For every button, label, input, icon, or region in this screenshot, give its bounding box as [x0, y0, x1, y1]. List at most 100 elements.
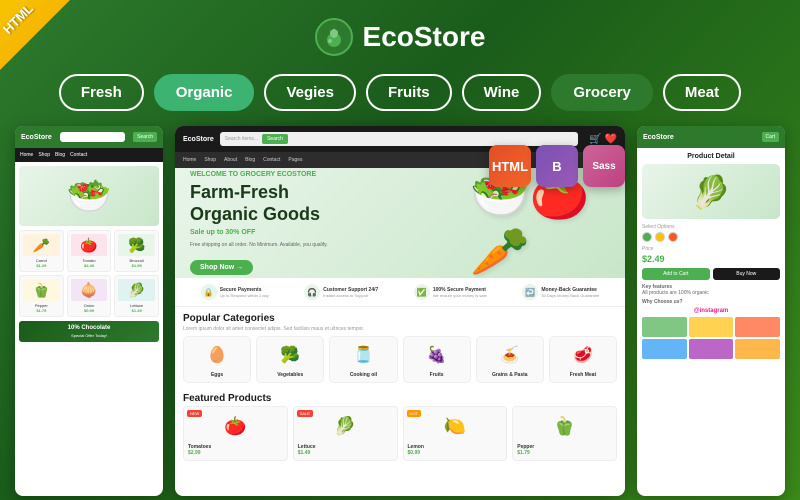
left-nav-blog[interactable]: Blog — [55, 152, 65, 158]
support-icon: 🎧 — [304, 284, 320, 300]
trust-money-title: Money-Back Guarantee — [541, 287, 599, 293]
left-panel-search-btn[interactable]: Search — [133, 132, 157, 142]
featured-product-2[interactable]: SALE 🥬 Lettuce $1.49 — [293, 406, 398, 461]
instagram-title: @instagram — [642, 308, 780, 314]
category-fruits[interactable]: 🍇 Fruits — [403, 336, 471, 383]
featured-badge-1: NEW — [187, 410, 202, 417]
featured-product-4[interactable]: 🫑 Pepper $1.79 — [512, 406, 617, 461]
left-panel-search[interactable] — [60, 132, 125, 142]
sass-badge-icon: Sass — [583, 145, 625, 187]
featured-products-title: Featured Products — [175, 389, 625, 406]
nav-tag-wine[interactable]: Wine — [462, 74, 542, 111]
left-panel-nav: Home Shop Blog Contact — [15, 148, 163, 162]
eggs-icon: 🥚 — [188, 341, 246, 369]
fruits-label: Fruits — [408, 372, 466, 378]
hero-image: 🥗🍅🥕 — [470, 178, 610, 268]
featured-price-3: $0.99 — [408, 450, 503, 456]
featured-badge-2: SALE — [297, 410, 313, 417]
left-panel-body: 🥗 🥕 Carrot $1.29 🍅 Tomato $2.49 🥦 Brocco… — [15, 162, 163, 346]
left-panel: EcoStore Search Home Shop Blog Contact 🥗… — [15, 126, 163, 496]
category-eggs[interactable]: 🥚 Eggs — [183, 336, 251, 383]
color-options-label: Select Options — [642, 224, 780, 230]
featured-img-4: 🫑 — [517, 411, 612, 441]
left-ad-banner: 10% Chocolate Special Offer Today! — [19, 321, 159, 342]
category-cooking-oil[interactable]: 🫙 Cooking oil — [329, 336, 397, 383]
featured-grid: NEW 🍅 Tomatoes $2.99 SALE 🥬 Lettuce $1.4… — [175, 406, 625, 461]
center-nav-about[interactable]: About — [224, 157, 237, 163]
center-search-placeholder: Search items... — [225, 136, 258, 142]
nav-tag-fruits[interactable]: Fruits — [366, 74, 452, 111]
category-vegetables[interactable]: 🥦 Vegetables — [256, 336, 324, 383]
featured-price-2: $1.49 — [298, 450, 393, 456]
left-nav-contact[interactable]: Contact — [70, 152, 87, 158]
popular-categories-desc: Lorem ipsum dolor sit amet consectet adi… — [175, 326, 625, 336]
right-panel-header: EcoStore Cart — [637, 126, 785, 148]
hero-subtitle: Sale up to 30% OFF — [190, 229, 470, 236]
price-section: Price $2.49 — [642, 246, 780, 264]
color-options — [642, 232, 780, 242]
nav-tag-fresh[interactable]: Fresh — [59, 74, 144, 111]
left-product-5: 🧅 Onion $0.99 — [67, 275, 112, 317]
color-option-orange[interactable] — [668, 232, 678, 242]
nav-tags: Fresh Organic Vegies Fruits Wine Grocery… — [0, 66, 800, 126]
product-price: $2.49 — [642, 254, 780, 264]
left-nav-home[interactable]: Home — [20, 152, 33, 158]
right-cart-button[interactable]: Cart — [762, 132, 779, 142]
color-options-section: Select Options — [642, 224, 780, 242]
grains-icon: 🍝 — [481, 341, 539, 369]
left-product-1: 🥕 Carrot $1.29 — [19, 230, 64, 272]
eggs-label: Eggs — [188, 372, 246, 378]
trust-item-money-back: ↩️ Money-Back Guarantee 30 Days Money Ba… — [522, 284, 599, 300]
center-nav-pages[interactable]: Pages — [288, 157, 302, 163]
payment-icon: ✅ — [414, 284, 430, 300]
featured-product-3[interactable]: HOT 🍋 Lemon $0.99 — [403, 406, 508, 461]
trust-item-payment: ✅ 100% Secure Payment We ensure your mon… — [414, 284, 487, 300]
trust-support-sub: Instant access to Support — [323, 293, 378, 298]
nav-tag-grocery[interactable]: Grocery — [551, 74, 653, 111]
featured-product-1[interactable]: NEW 🍅 Tomatoes $2.99 — [183, 406, 288, 461]
left-product-4: 🫑 Pepper $1.79 — [19, 275, 64, 317]
center-nav-contact[interactable]: Contact — [263, 157, 280, 163]
header: EcoStore — [0, 0, 800, 66]
cooking-oil-label: Cooking oil — [334, 372, 392, 378]
center-logo: EcoStore — [183, 136, 214, 143]
center-nav-blog[interactable]: Blog — [245, 157, 255, 163]
hero-desc: Free shipping on all order. No Minimum. … — [190, 242, 470, 248]
nav-tag-vegies[interactable]: Vegies — [264, 74, 356, 111]
nav-tag-meat[interactable]: Meat — [663, 74, 741, 111]
buy-now-button[interactable]: Buy Now — [713, 268, 781, 280]
right-panel-body: Product Detail 🥬 Select Options Price $2… — [637, 148, 785, 364]
money-back-icon: ↩️ — [522, 284, 538, 300]
meat-label: Fresh Meat — [554, 372, 612, 378]
center-search-bar[interactable]: Search items... Search — [220, 132, 579, 146]
left-nav-shop[interactable]: Shop — [38, 152, 50, 158]
hero-text: WELCOME TO GROCERY ECOSTORE Farm-Fresh O… — [190, 171, 470, 275]
category-grains[interactable]: 🍝 Grains & Pasta — [476, 336, 544, 383]
vegetables-icon: 🥦 — [261, 341, 319, 369]
color-option-green[interactable] — [642, 232, 652, 242]
add-to-cart-button[interactable]: Add to Cart — [642, 268, 710, 280]
bootstrap-badge-icon: B — [536, 145, 578, 187]
center-search-button[interactable]: Search — [262, 134, 288, 144]
popular-categories-title: Popular Categories — [175, 307, 625, 326]
center-nav-home[interactable]: Home — [183, 157, 196, 163]
center-nav-shop[interactable]: Shop — [204, 157, 216, 163]
left-panel-logo: EcoStore — [21, 134, 52, 141]
html-badge-text: HTML — [0, 1, 36, 37]
featured-img-3: 🍋 — [408, 411, 503, 441]
category-meat[interactable]: 🥩 Fresh Meat — [549, 336, 617, 383]
left-product-2: 🍅 Tomato $2.49 — [67, 230, 112, 272]
trust-support-title: Customer Support 24/7 — [323, 287, 378, 293]
trust-secure-title: Secure Payments — [220, 287, 269, 293]
hero-title: Farm-Fresh Organic Goods — [190, 182, 470, 225]
trust-payment-title: 100% Secure Payment — [433, 287, 487, 293]
logo-icon — [315, 18, 353, 56]
featured-badge-3: HOT — [407, 410, 421, 417]
left-product-3: 🥦 Broccoli $1.99 — [114, 230, 159, 272]
categories-grid: 🥚 Eggs 🥦 Vegetables 🫙 Cooking oil 🍇 Frui… — [175, 336, 625, 389]
hero-shop-button[interactable]: Shop Now → — [190, 260, 253, 275]
color-option-yellow[interactable] — [655, 232, 665, 242]
nav-tag-organic[interactable]: Organic — [154, 74, 255, 111]
featured-img-1: 🍅 — [188, 411, 283, 441]
cooking-oil-icon: 🫙 — [334, 341, 392, 369]
